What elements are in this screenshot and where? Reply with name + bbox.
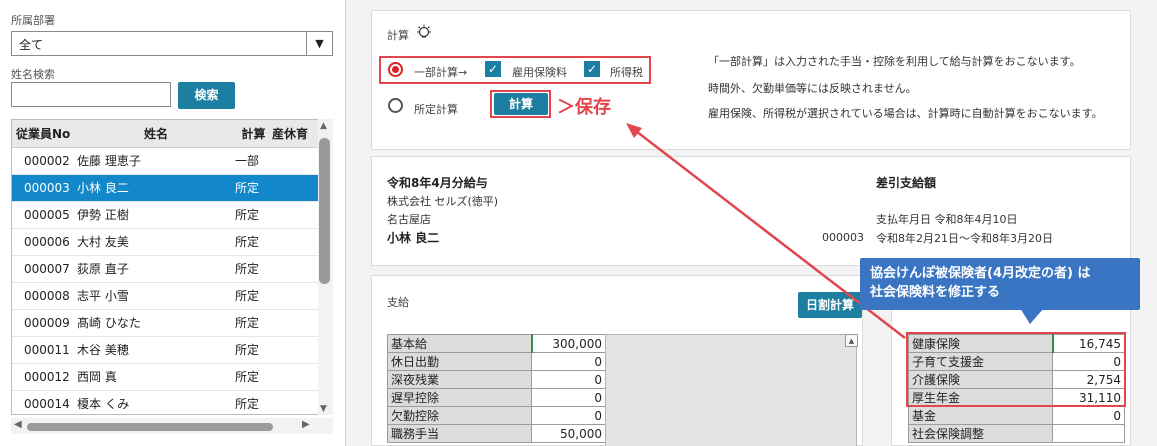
callout-line-1: 協会けんぽ被保険者(4月改定の者) は <box>870 266 1091 281</box>
callout-box: 協会けんぽ被保険者(4月改定の者) は 社会保険料を修正する <box>860 258 1140 310</box>
annotation-arrow <box>626 123 1044 339</box>
callout-line-2: 社会保険料を修正する <box>870 285 1001 300</box>
